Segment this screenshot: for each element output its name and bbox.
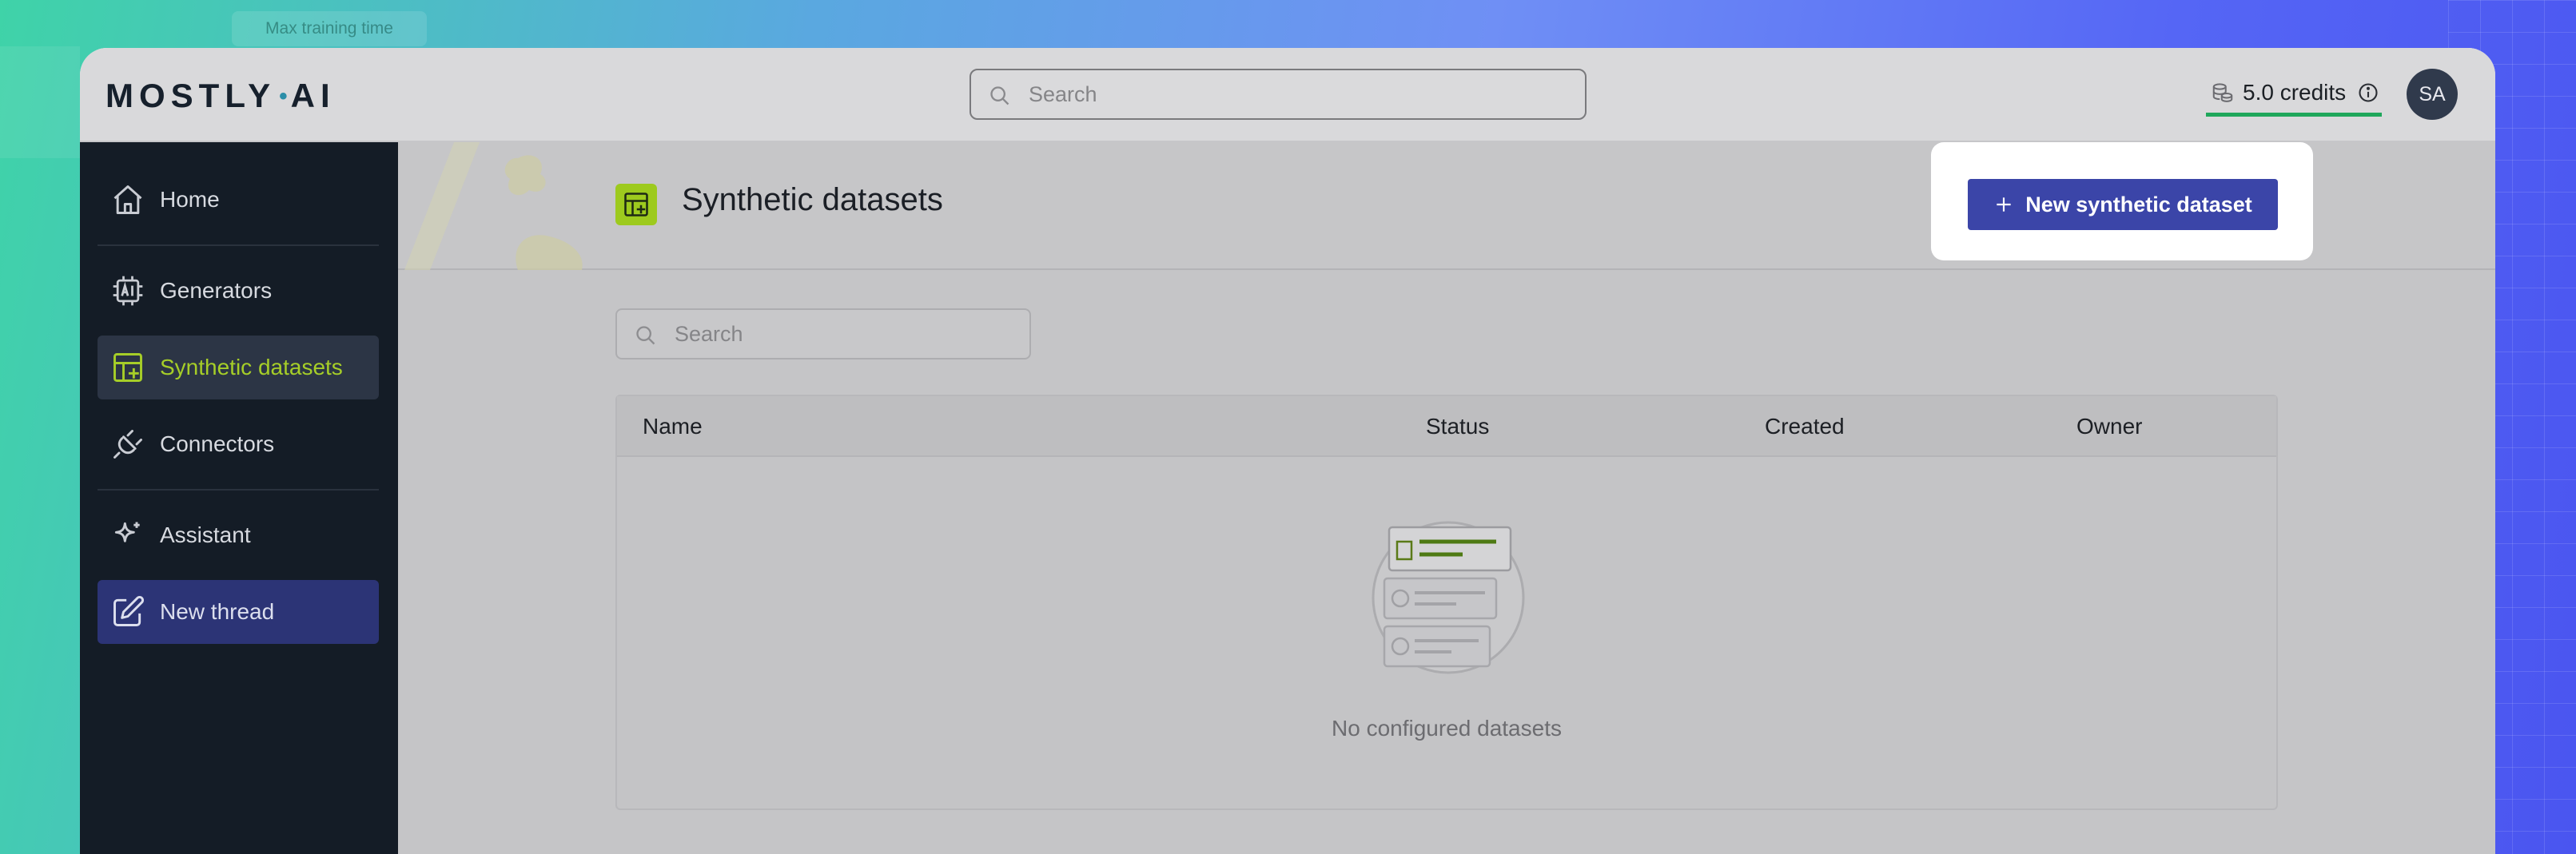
sidebar-item-new-thread[interactable]: New thread [98, 580, 379, 644]
empty-state-illustration [1372, 521, 1525, 674]
sidebar-item-label: Synthetic datasets [160, 355, 343, 379]
coins-icon [2212, 82, 2233, 102]
main-content: Synthetic datasets New synthetic dataset… [398, 142, 2495, 854]
page-header: Synthetic datasets New synthetic dataset [398, 142, 2495, 270]
sidebar-item-label: New thread [160, 599, 275, 624]
dataset-search[interactable] [615, 308, 1031, 359]
dataset-search-input[interactable] [675, 310, 1005, 358]
background-hint-label: Max training time [232, 11, 427, 46]
app-window: MOSTLY•AI 5.0 credits SA Home Generators… [80, 48, 2495, 854]
synthetic-datasets-icon [615, 184, 657, 225]
sidebar-item-label: Connectors [160, 431, 275, 456]
sidebar: Home Generators Synthetic datasets Conne… [80, 142, 398, 854]
sidebar-item-label: Home [160, 187, 220, 212]
avatar[interactable]: SA [2407, 69, 2458, 120]
sidebar-divider [98, 244, 379, 246]
credits-indicator[interactable]: 5.0 credits [2206, 72, 2382, 117]
top-bar: MOSTLY•AI 5.0 credits SA [80, 48, 2495, 142]
empty-state-text: No configured datasets [1332, 716, 1562, 741]
sparkle-icon [114, 522, 140, 542]
logo[interactable]: MOSTLY •AI [106, 77, 336, 115]
sidebar-item-generators[interactable]: Generators [98, 259, 379, 323]
table-plus-icon [113, 353, 142, 382]
column-header-status[interactable]: Status [1426, 414, 1489, 439]
datasets-table: Name Status Created Owner No configured … [615, 395, 2278, 810]
info-icon[interactable] [2357, 81, 2379, 104]
background-band [0, 46, 80, 158]
new-synthetic-dataset-button[interactable]: New synthetic dataset [1968, 179, 2278, 230]
decorative-shapes [404, 142, 583, 270]
page-title: Synthetic datasets [682, 182, 943, 217]
sidebar-item-synthetic-datasets[interactable]: Synthetic datasets [98, 336, 379, 399]
sidebar-item-connectors[interactable]: Connectors [98, 412, 379, 476]
logo-text-left: MOSTLY [106, 77, 277, 114]
search-icon [636, 326, 655, 345]
logo-text-right: AI [290, 77, 336, 114]
new-synthetic-dataset-label: New synthetic dataset [2025, 192, 2252, 216]
search-icon [990, 86, 1009, 105]
global-search[interactable] [969, 69, 1587, 120]
sidebar-item-label: Assistant [160, 522, 251, 547]
column-header-owner[interactable]: Owner [2076, 414, 2142, 439]
sidebar-item-home[interactable]: Home [98, 168, 379, 232]
home-icon [113, 185, 142, 214]
column-header-name[interactable]: Name [643, 414, 703, 439]
sidebar-item-label: Generators [160, 278, 273, 303]
column-header-created[interactable]: Created [1765, 414, 1845, 439]
logo-dot: • [279, 83, 288, 109]
edit-icon [113, 596, 144, 626]
plus-icon [1997, 197, 2011, 212]
button-highlight: New synthetic dataset [1931, 142, 2313, 260]
ai-chip-icon [113, 276, 143, 306]
plug-icon [113, 430, 142, 459]
table-header: Name Status Created Owner [617, 396, 2276, 457]
sidebar-divider [98, 489, 379, 491]
global-search-input[interactable] [1029, 70, 1520, 118]
credits-label: 5.0 credits [2243, 79, 2347, 105]
sidebar-item-assistant[interactable]: Assistant [98, 503, 379, 567]
